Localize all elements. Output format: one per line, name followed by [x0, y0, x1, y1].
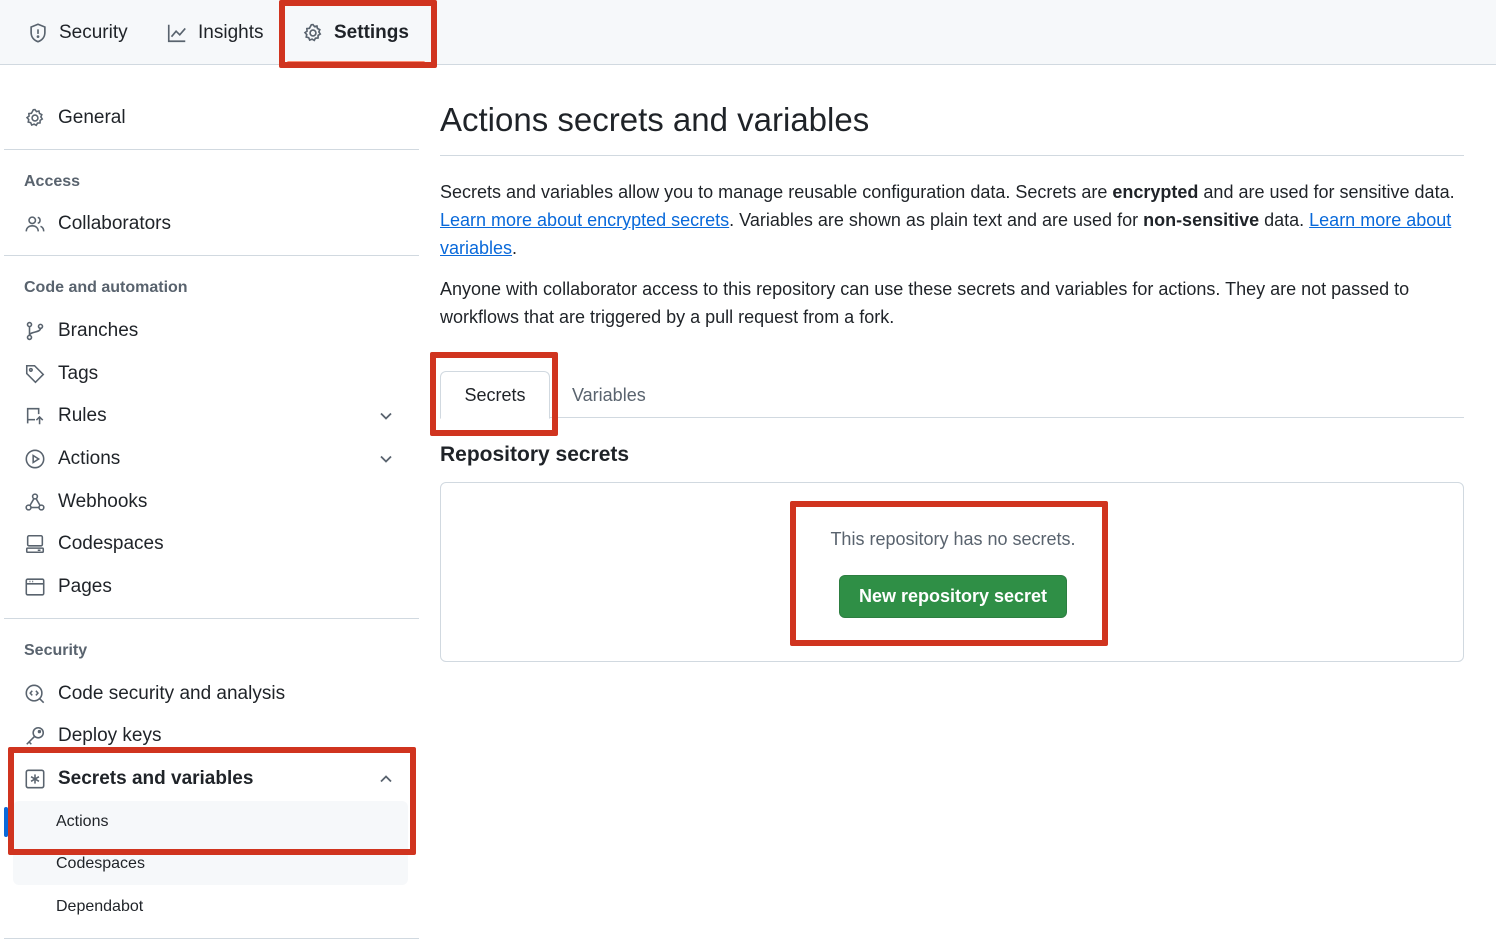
sidebar-item-label: Actions	[58, 448, 121, 469]
tab-variables[interactable]: Variables	[572, 371, 646, 419]
tab-settings-label: Settings	[334, 22, 409, 43]
secrets-variables-tabs: Secrets Variables	[440, 365, 1464, 419]
sidebar-item-code-security[interactable]: Code security and analysis	[24, 676, 285, 712]
sidebar-subitem-codespaces[interactable]: Codespaces	[56, 855, 145, 873]
sidebar-item-rules[interactable]: Rules	[24, 398, 107, 434]
divider	[440, 155, 1464, 156]
settings-sidebar: General Access Collaborators Code and au…	[0, 65, 420, 946]
sidebar-item-label: Branches	[58, 320, 139, 341]
text: Secrets and variables allow you to manag…	[440, 182, 1113, 202]
divider	[4, 255, 419, 256]
sidebar-item-branches[interactable]: Branches	[24, 313, 138, 349]
divider	[4, 618, 419, 619]
bold-text: non-sensitive	[1143, 210, 1260, 230]
sidebar-item-deploy-keys[interactable]: Deploy keys	[24, 718, 162, 754]
divider	[4, 149, 419, 150]
tab-insights-label: Insights	[198, 22, 264, 43]
chevron-up-icon[interactable]	[376, 769, 396, 789]
people-icon	[25, 216, 45, 232]
sidebar-item-pages[interactable]: Pages	[24, 569, 112, 605]
tab-insights[interactable]: Insights	[166, 14, 263, 52]
sidebar-subitem-actions[interactable]: Actions	[56, 813, 108, 831]
sidebar-item-label: Collaborators	[58, 213, 171, 234]
sidebar-item-tags[interactable]: Tags	[24, 356, 98, 392]
active-indicator	[4, 807, 8, 837]
text: .	[512, 238, 518, 258]
sidebar-item-label: Codespaces	[58, 533, 164, 554]
repo-push-icon	[26, 407, 44, 425]
section-heading-security: Security	[24, 642, 88, 659]
sidebar-item-actions[interactable]: Actions	[24, 441, 120, 477]
sidebar-item-label: Deploy keys	[58, 725, 162, 746]
gear-icon	[25, 108, 44, 127]
text: . Variables are shown as plain text and …	[729, 210, 1144, 230]
browser-icon	[25, 578, 45, 596]
sidebar-item-label: Rules	[58, 405, 107, 426]
description-paragraph: Secrets and variables allow you to manag…	[440, 178, 1470, 262]
play-icon	[25, 449, 45, 469]
sidebar-item-label: Tags	[58, 363, 99, 384]
key-asterisk-icon	[25, 769, 45, 789]
sidebar-item-label: Secrets and variables	[58, 768, 254, 789]
git-branch-icon	[26, 321, 44, 341]
key-icon	[26, 726, 45, 745]
sidebar-item-webhooks[interactable]: Webhooks	[24, 484, 147, 520]
section-heading-code-automation: Code and automation	[24, 279, 188, 296]
sidebar-item-label: Webhooks	[58, 491, 148, 512]
tab-settings[interactable]: Settings	[302, 14, 409, 52]
page-title: Actions secrets and variables	[440, 101, 870, 138]
codescan-icon	[25, 684, 45, 704]
access-note-paragraph: Anyone with collaborator access to this …	[440, 279, 1410, 327]
sidebar-subitem-dependabot[interactable]: Dependabot	[56, 898, 143, 916]
shield-icon	[30, 23, 46, 43]
sidebar-item-label: Code security and analysis	[58, 683, 286, 704]
codespaces-icon	[25, 534, 45, 554]
tab-security-label: Security	[59, 22, 128, 43]
graph-icon	[167, 24, 186, 43]
bold-text: encrypted	[1112, 182, 1199, 202]
tab-secrets[interactable]: Secrets	[440, 371, 550, 419]
sidebar-item-general[interactable]: General	[24, 100, 126, 136]
tab-security[interactable]: Security	[27, 14, 128, 52]
empty-state-text: This repository has no secrets.	[830, 529, 1076, 549]
new-repository-secret-button[interactable]: New repository secret	[839, 575, 1067, 618]
section-title: Repository secrets	[440, 443, 630, 466]
sidebar-item-label: General	[58, 107, 126, 128]
sidebar-item-collaborators[interactable]: Collaborators	[24, 206, 171, 242]
learn-more-secrets-link[interactable]: Learn more about encrypted secrets	[440, 210, 729, 230]
text: and are used for sensitive data.	[1198, 182, 1455, 202]
tag-icon	[25, 364, 45, 384]
sidebar-item-codespaces[interactable]: Codespaces	[24, 526, 164, 562]
section-heading-access: Access	[24, 173, 81, 190]
chevron-down-icon[interactable]	[376, 406, 396, 426]
sidebar-item-secrets-variables[interactable]: Secrets and variables	[24, 761, 253, 797]
chevron-down-icon[interactable]	[376, 449, 396, 469]
selected-tab-underline	[287, 61, 425, 64]
text: data.	[1259, 210, 1310, 230]
gear-icon	[303, 23, 322, 42]
sidebar-item-label: Pages	[58, 576, 112, 597]
divider	[4, 938, 419, 939]
empty-state-box: This repository has no secrets. New repo…	[440, 482, 1464, 662]
repo-nav: Security Insights Settings	[0, 0, 1496, 65]
webhook-icon	[25, 493, 45, 511]
